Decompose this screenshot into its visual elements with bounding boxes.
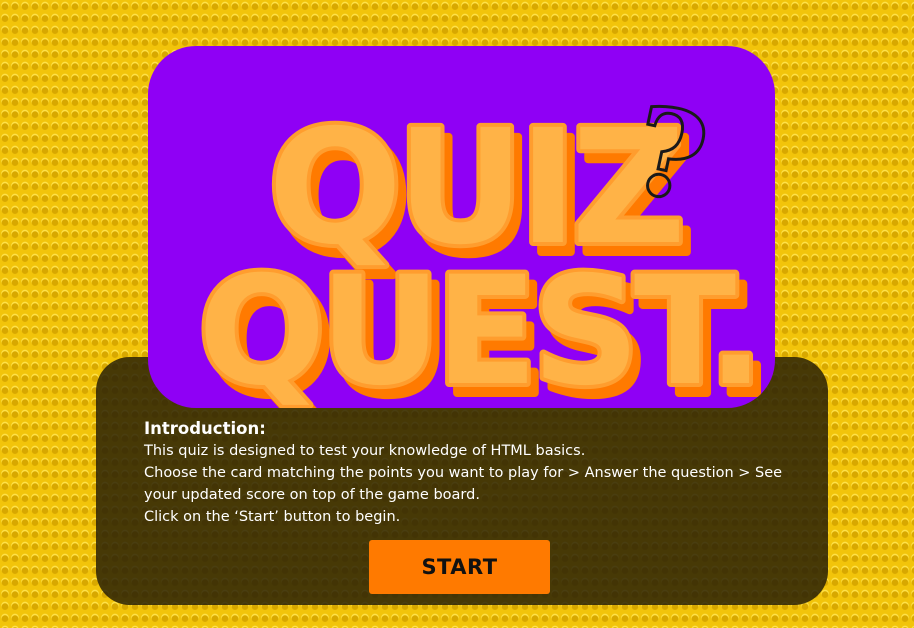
intro-line-3: Click on the ‘Start’ button to begin. <box>144 509 401 525</box>
intro-text: Introduction: This quiz is designed to t… <box>144 418 784 528</box>
start-button[interactable]: START <box>369 540 550 594</box>
intro-line-2: Choose the card matching the points you … <box>144 465 783 503</box>
intro-heading: Introduction: <box>144 419 266 438</box>
title-card: QUIZ QUEST. QUIZ QUEST. ? <box>148 46 775 408</box>
logo-line2: QUEST. <box>198 245 758 408</box>
quiz-quest-logo: QUIZ QUEST. QUIZ QUEST. ? <box>194 77 775 408</box>
intro-line-1: This quiz is designed to test your knowl… <box>144 443 586 459</box>
